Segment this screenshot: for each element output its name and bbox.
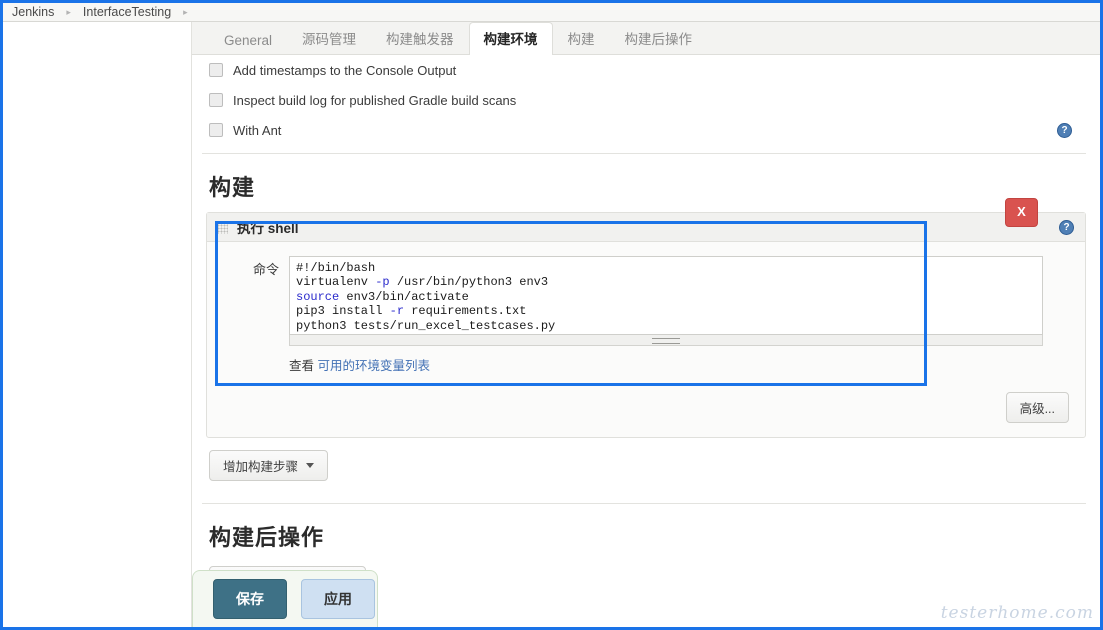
add-build-step-row: 增加构建步骤 bbox=[192, 438, 1100, 481]
help-icon[interactable]: ? bbox=[1057, 122, 1072, 138]
command-field-label: 命令 bbox=[252, 262, 279, 277]
page-title-post-build: 构建后操作 bbox=[209, 525, 325, 550]
breadcrumb-item-jenkins[interactable]: Jenkins bbox=[12, 5, 54, 19]
builder-help-icon[interactable]: ? bbox=[1059, 220, 1074, 235]
breadcrumb: Jenkins ▸ InterfaceTesting ▸ bbox=[3, 3, 1100, 22]
env-variables-link[interactable]: 可用的环境变量列表 bbox=[318, 359, 431, 373]
save-button[interactable]: 保存 bbox=[213, 579, 287, 619]
checkbox-row-timestamps[interactable]: Add timestamps to the Console Output bbox=[192, 55, 1100, 85]
builder-panel: 执行 shell 命令 #!/bin/bash virtualenv -p /u… bbox=[206, 212, 1086, 438]
tab-post-build-actions[interactable]: 构建后操作 bbox=[610, 22, 708, 55]
tab-build-environment[interactable]: 构建环境 bbox=[468, 22, 553, 55]
textarea-resize-strip[interactable] bbox=[289, 335, 1043, 346]
page-title-build: 构建 bbox=[209, 175, 256, 200]
resize-grip-icon[interactable] bbox=[652, 338, 680, 344]
advanced-row: 高级... bbox=[207, 384, 1085, 437]
breadcrumb-separator-icon: ▸ bbox=[66, 6, 71, 17]
tab-general[interactable]: General bbox=[209, 27, 287, 55]
checkbox-gradle-scans[interactable] bbox=[209, 93, 223, 107]
advanced-button[interactable]: 高级... bbox=[1005, 392, 1069, 423]
command-editor-wrap: #!/bin/bash virtualenv -p /usr/bin/pytho… bbox=[289, 256, 1043, 346]
command-field-row: 命令 #!/bin/bash virtualenv -p /usr/bin/py… bbox=[207, 242, 1085, 346]
builder-header: 执行 shell bbox=[207, 213, 1085, 242]
jenkins-job-config-screen: Jenkins ▸ InterfaceTesting ▸ General 源码管… bbox=[0, 0, 1103, 630]
builder-title: 执行 shell bbox=[237, 221, 299, 236]
checkbox-with-ant[interactable] bbox=[209, 123, 223, 137]
add-build-step-label: 增加构建步骤 bbox=[223, 460, 299, 474]
config-tab-bar: General 源码管理 构建触发器 构建环境 构建 构建后操作 bbox=[192, 22, 1100, 55]
save-bar: 保存 应用 bbox=[192, 570, 378, 627]
breadcrumb-item-project[interactable]: InterfaceTesting bbox=[83, 5, 171, 19]
breadcrumb-separator-icon-2: ▸ bbox=[183, 6, 188, 17]
drag-handle-icon[interactable] bbox=[217, 220, 228, 234]
add-build-step-button[interactable]: 增加构建步骤 bbox=[209, 450, 329, 481]
execute-shell-builder: 执行 shell 命令 #!/bin/bash virtualenv -p /u… bbox=[207, 213, 1085, 384]
sidebar-pane bbox=[3, 22, 192, 627]
checkbox-label-gradle-scans: Inspect build log for published Gradle b… bbox=[233, 92, 517, 108]
chevron-down-icon bbox=[306, 463, 315, 468]
delete-builder-button[interactable]: X bbox=[1005, 198, 1038, 227]
tab-build-triggers[interactable]: 构建触发器 bbox=[371, 22, 469, 55]
env-hint-prefix: 查看 bbox=[289, 359, 315, 373]
command-textarea[interactable]: #!/bin/bash virtualenv -p /usr/bin/pytho… bbox=[289, 256, 1043, 335]
build-environment-body: Add timestamps to the Console Output Ins… bbox=[192, 55, 1100, 597]
checkbox-label-with-ant: With Ant bbox=[233, 122, 282, 138]
env-variables-hint: 查看 可用的环境变量列表 bbox=[207, 346, 1085, 384]
checkbox-row-with-ant[interactable]: With Ant ? bbox=[192, 115, 1100, 145]
watermark: testerhome.com bbox=[940, 603, 1094, 623]
checkbox-row-gradle-scans[interactable]: Inspect build log for published Gradle b… bbox=[192, 85, 1100, 115]
apply-button[interactable]: 应用 bbox=[301, 579, 375, 619]
tab-build[interactable]: 构建 bbox=[553, 22, 610, 55]
tab-source-management[interactable]: 源码管理 bbox=[287, 22, 371, 55]
checkbox-timestamps[interactable] bbox=[209, 63, 223, 77]
main-content: General 源码管理 构建触发器 构建环境 构建 构建后操作 Add tim… bbox=[192, 22, 1100, 627]
checkbox-label-timestamps: Add timestamps to the Console Output bbox=[233, 62, 457, 78]
